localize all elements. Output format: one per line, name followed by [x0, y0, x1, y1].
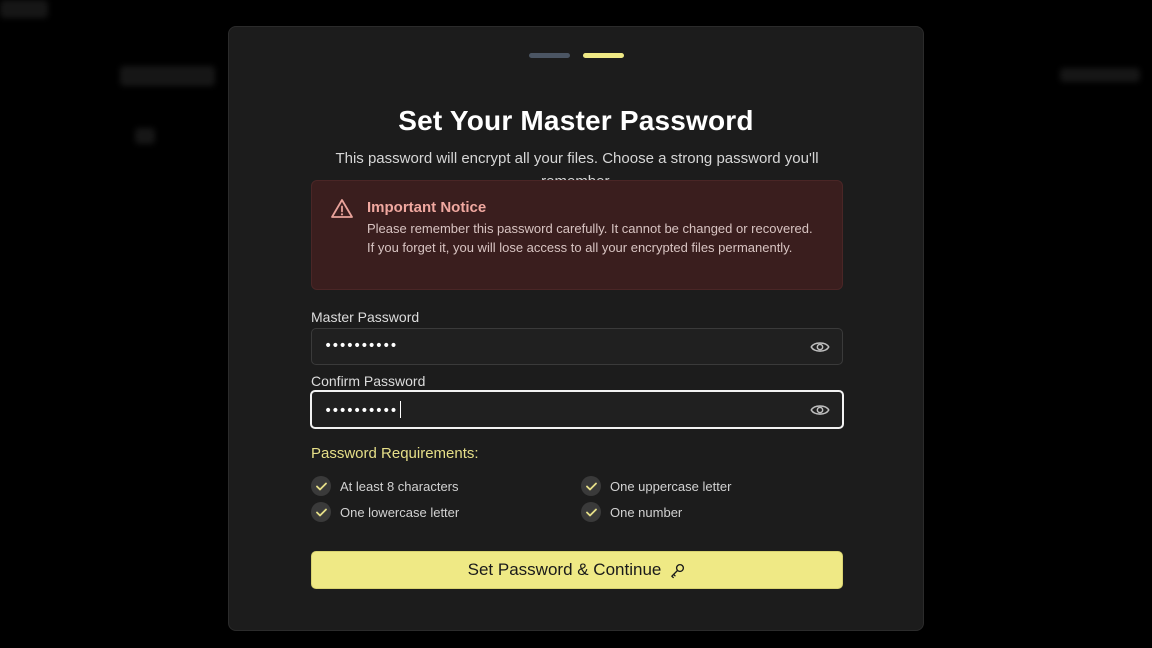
master-password-input[interactable]: •••••••••• — [311, 328, 843, 365]
text-caret — [399, 401, 401, 418]
background-blur — [120, 66, 215, 86]
confirm-password-input[interactable]: •••••••••• — [310, 390, 844, 429]
set-password-button-label: Set Password & Continue — [467, 560, 662, 579]
eye-icon[interactable] — [810, 401, 830, 419]
confirm-password-label: Confirm Password — [311, 373, 426, 389]
warning-triangle-icon — [331, 199, 353, 218]
page-title: Set Your Master Password — [398, 105, 754, 136]
step-2-indicator — [583, 53, 624, 58]
requirement-item: One number — [581, 502, 682, 522]
step-1-indicator — [529, 53, 570, 58]
requirements-title: Password Requirements: — [311, 445, 479, 462]
background-blur — [1060, 68, 1140, 82]
check-icon — [311, 476, 331, 496]
important-notice-box: Important Notice Please remember this pa… — [311, 180, 843, 290]
background-blur — [0, 0, 48, 18]
requirement-item: At least 8 characters — [311, 476, 459, 496]
confirm-password-dots: •••••••••• — [324, 403, 398, 419]
master-password-label: Master Password — [311, 309, 420, 325]
requirement-item: One uppercase letter — [581, 476, 731, 496]
requirement-label: At least 8 characters — [340, 478, 459, 494]
eye-icon[interactable] — [810, 338, 830, 356]
requirement-label: One number — [610, 504, 683, 520]
check-icon — [581, 502, 601, 522]
key-icon — [671, 563, 685, 578]
notice-title: Important Notice — [367, 199, 487, 216]
background-blur — [135, 128, 155, 144]
requirement-item: One lowercase letter — [311, 502, 459, 522]
check-icon — [581, 476, 601, 496]
check-icon — [311, 502, 331, 522]
confirm-password-value: •••••••••• — [324, 401, 401, 419]
setup-card: Set Your Master Password This password w… — [228, 26, 924, 631]
requirement-label: One uppercase letter — [610, 478, 732, 494]
notice-body: Please remember this password carefully.… — [367, 221, 813, 255]
requirement-label: One lowercase letter — [340, 504, 460, 520]
set-password-button[interactable]: Set Password & Continue — [311, 551, 843, 589]
master-password-value: •••••••••• — [324, 338, 398, 354]
step-indicator — [529, 53, 624, 58]
